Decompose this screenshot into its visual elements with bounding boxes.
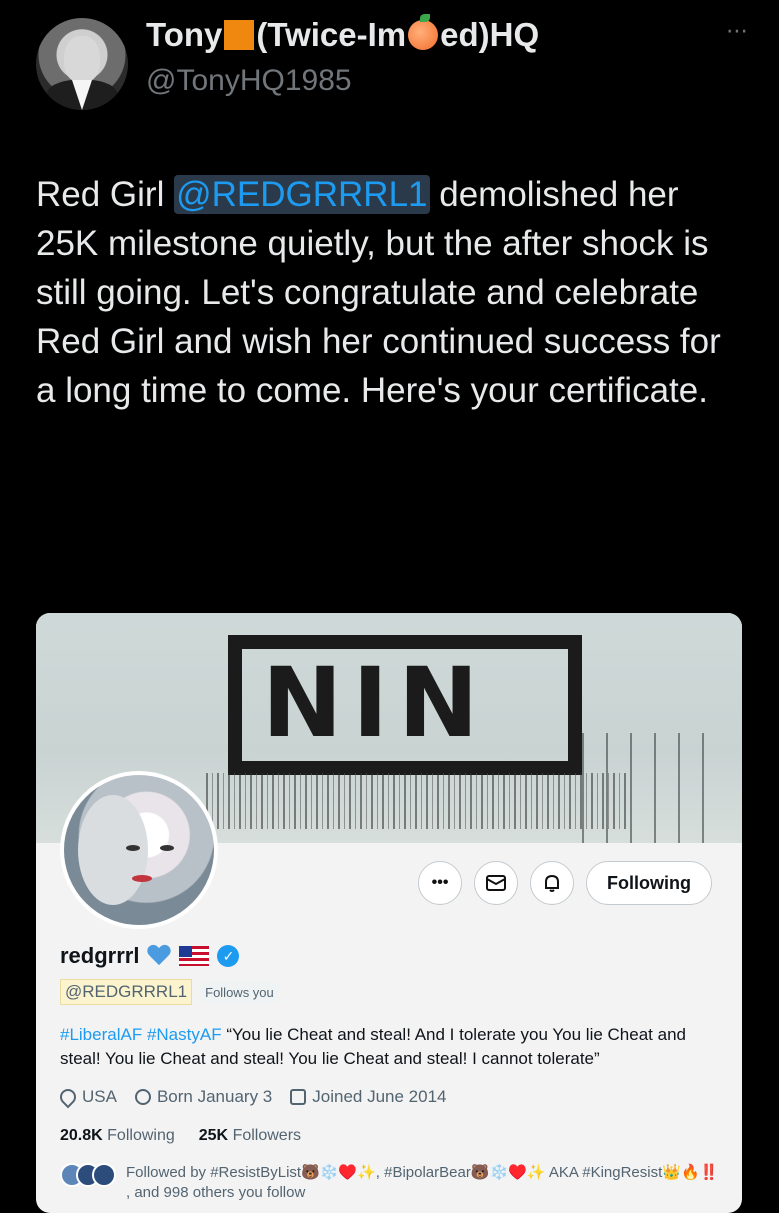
balloon-icon [134,1089,151,1105]
tweet-header: Tony (Twice-Im ed)HQ @TonyHQ1985 ⋯ [36,12,756,112]
follows-you-badge: Follows you [200,981,279,1003]
profile-location: USA [82,1087,117,1106]
blue-heart-icon [147,945,171,967]
followed-by: Followed by #ResistByList🐻❄️♥️✨, #Bipola… [60,1163,730,1203]
author-avatar[interactable] [36,18,128,110]
us-flag-icon [179,946,210,966]
profile-info: redgrrrl ✓ @REDGRRRL1 Follows you #Liber… [56,943,730,1203]
profile-avatar [60,771,218,929]
followers-stat: 25K Followers [198,1127,302,1144]
mention-link[interactable]: @REDGRRRL1 [174,175,430,214]
tweet-text: Red Girl @REDGRRRL1 demolished her 25K m… [36,175,721,410]
profile-joined: Joined June 2014 [312,1087,447,1106]
orange-square-emoji-icon [224,20,255,50]
bell-plus-icon [530,861,575,905]
profile-name-row: redgrrrl ✓ [60,943,730,969]
profile-handle: @REDGRRRL1 [60,979,193,1005]
followed-by-line2: , and 998 others you follow [126,1184,306,1201]
author-handle[interactable]: @TonyHQ1985 [146,64,352,98]
following-stat: 20.8K Following [60,1127,175,1144]
following-button: Following [586,861,712,905]
calendar-icon [290,1089,307,1105]
verified-badge-icon: ✓ [217,945,240,967]
profile-screenshot-image[interactable]: NIN ••• Following redgrrrl ✓ @REDGRRRL1 … [36,613,742,1213]
profile-meta: USA Born January 3 Joined June 2014 [56,1085,730,1109]
profile-bio: #LiberalAF #NastyAF “You lie Cheat and s… [60,1025,686,1068]
profile-name: redgrrrl [60,943,140,968]
more-options-icon[interactable]: ⋯ [726,18,750,44]
profile-stats: 20.8K Following 25K Followers [60,1127,730,1145]
more-button: ••• [418,861,463,905]
location-pin-icon [56,1085,80,1109]
followed-by-line1: Followed by #ResistByList🐻❄️♥️✨, #Bipola… [126,1164,719,1181]
mutual-avatars [60,1163,116,1203]
nin-logo: NIN [228,635,582,775]
author-display-name[interactable]: Tony (Twice-Im ed)HQ [146,14,539,54]
profile-birthday: Born January 3 [156,1087,273,1106]
peach-emoji-icon [408,14,439,50]
profile-actions: ••• Following [418,861,712,905]
envelope-icon [474,861,519,905]
